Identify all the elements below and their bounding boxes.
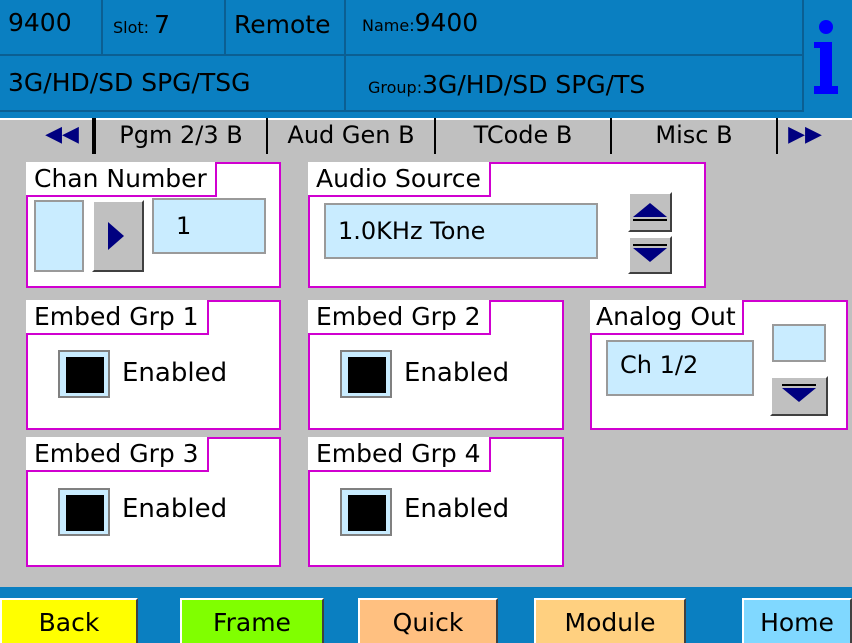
info-icon[interactable] [814,20,838,100]
embed-grp-1-label: Enabled [122,358,228,388]
down-arrow-icon [782,388,816,402]
chan-number-next-button[interactable] [92,200,144,272]
analog-out-down-button[interactable] [770,376,828,416]
slot-value: 7 [154,10,171,39]
home-button[interactable]: Home [742,598,852,643]
embed-grp-2-label: Enabled [404,358,510,388]
analog-out-field[interactable]: Ch 1/2 [606,340,754,396]
mode-label: Remote [234,10,331,39]
tab-tcode-b[interactable]: TCode B [436,118,612,154]
tab-misc-b[interactable]: Misc B [612,118,778,154]
down-arrow-icon [633,248,667,262]
double-left-arrow-icon[interactable]: ◀◀ [34,118,90,154]
quick-button[interactable]: Quick [358,598,498,643]
slot-cell: Slot: 7 [103,0,226,56]
tab-aud-gen-b[interactable]: Aud Gen B [268,118,436,154]
up-arrow-icon [633,203,667,217]
group-label: Group: [368,78,423,97]
chan-number-field[interactable]: 1 [152,198,266,254]
name-value: 9400 [414,8,479,37]
embed-grp-3-label: Enabled [122,494,228,524]
model-label: 9400 [8,8,72,37]
embed-grp-2-title: Embed Grp 2 [308,300,491,335]
chan-number-indicator [34,200,84,272]
group-cell: Group:3G/HD/SD SPG/TS [346,56,804,112]
slot-label: Slot: [113,18,155,37]
mode-cell: Remote [226,0,346,56]
chan-number-title: Chan Number [26,162,217,197]
embed-grp-4-checkbox[interactable] [340,488,392,536]
tab-pgm-2-3-b[interactable]: Pgm 2/3 B [92,118,268,154]
double-right-arrow-icon[interactable]: ▶▶ [780,118,830,154]
audio-source-down-button[interactable] [628,236,672,274]
analog-out-title: Analog Out [590,300,744,335]
card-type-cell: 3G/HD/SD SPG/TSG [0,56,346,112]
embed-grp-4-title: Embed Grp 4 [308,437,491,472]
embed-grp-4-label: Enabled [404,494,510,524]
name-label: Name: [362,16,415,35]
name-cell: Name:9400 [346,0,804,56]
analog-out-indicator [772,324,826,362]
embed-grp-1-checkbox[interactable] [58,350,110,398]
audio-source-title: Audio Source [308,162,491,197]
card-type-label: 3G/HD/SD SPG/TSG [8,68,251,97]
frame-button[interactable]: Frame [180,598,324,643]
audio-source-up-button[interactable] [628,192,672,232]
right-arrow-icon [108,222,124,250]
embed-grp-2-checkbox[interactable] [340,350,392,398]
model-cell: 9400 [0,0,103,56]
module-button[interactable]: Module [534,598,686,643]
embed-grp-3-title: Embed Grp 3 [26,437,209,472]
embed-grp-1-title: Embed Grp 1 [26,300,209,335]
embed-grp-3-checkbox[interactable] [58,488,110,536]
group-value: 3G/HD/SD SPG/TS [422,70,646,99]
back-button[interactable]: Back [0,598,138,643]
audio-source-field[interactable]: 1.0KHz Tone [324,203,598,259]
